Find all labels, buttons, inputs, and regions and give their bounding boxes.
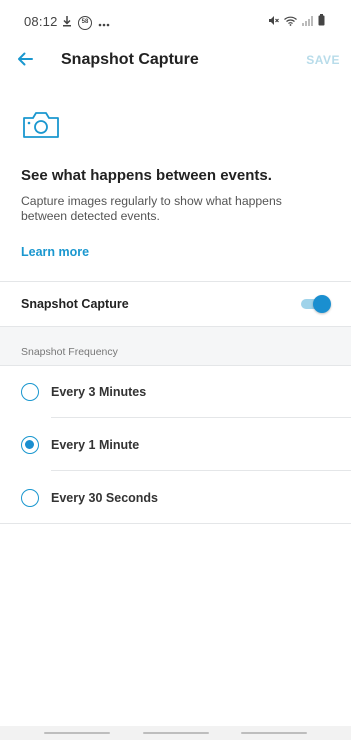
status-left-icons: 58 <box>62 14 110 32</box>
nav-back-handle[interactable] <box>241 732 307 734</box>
divider <box>0 523 351 524</box>
radio-option-every-1-minute[interactable]: Every 1 Minute <box>0 419 351 471</box>
download-icon <box>62 14 72 32</box>
notification-badge-count: 58 <box>81 19 89 25</box>
row-separator <box>51 470 351 471</box>
battery-icon <box>318 13 325 31</box>
intro-heading: See what happens between events. <box>21 167 272 184</box>
status-time: 08:12 <box>24 14 58 29</box>
signal-icon <box>302 13 313 31</box>
back-button[interactable] <box>12 48 38 74</box>
snapshot-capture-toggle[interactable] <box>301 295 331 313</box>
row-separator <box>51 417 351 418</box>
arrow-left-icon <box>17 52 33 71</box>
snapshot-capture-row: Snapshot Capture <box>0 282 351 326</box>
radio-button[interactable] <box>21 489 39 507</box>
status-right-icons <box>268 13 325 31</box>
radio-option-every-3-minutes[interactable]: Every 3 Minutes <box>0 366 351 418</box>
status-bar: 08:12 58 <box>0 0 351 40</box>
radio-option-every-30-seconds[interactable]: Every 30 Seconds <box>0 472 351 524</box>
section-header-label: Snapshot Frequency <box>21 346 118 358</box>
nav-home-handle[interactable] <box>143 732 209 734</box>
more-dots-icon <box>98 14 110 32</box>
radio-label: Every 1 Minute <box>51 438 140 452</box>
save-button[interactable]: SAVE <box>306 53 340 67</box>
radio-selected-dot <box>25 440 34 449</box>
intro-body: Capture images regularly to show what ha… <box>21 194 282 223</box>
system-nav-bar <box>0 726 351 740</box>
notification-badge-icon: 58 <box>78 16 92 30</box>
snapshot-frequency-header: Snapshot Frequency <box>0 327 351 365</box>
wifi-icon <box>284 13 297 31</box>
app-bar: Snapshot Capture SAVE <box>0 40 351 82</box>
toggle-thumb <box>313 295 331 313</box>
radio-label: Every 30 Seconds <box>51 491 159 505</box>
radio-button-selected[interactable] <box>21 436 39 454</box>
radio-button[interactable] <box>21 383 39 401</box>
mute-icon <box>268 13 279 31</box>
camera-icon <box>22 110 60 140</box>
learn-more-link[interactable]: Learn more <box>21 245 89 259</box>
radio-label: Every 3 Minutes <box>51 385 147 399</box>
nav-recents-handle[interactable] <box>44 732 110 734</box>
page-title: Snapshot Capture <box>61 51 199 68</box>
snapshot-capture-label: Snapshot Capture <box>21 297 129 311</box>
